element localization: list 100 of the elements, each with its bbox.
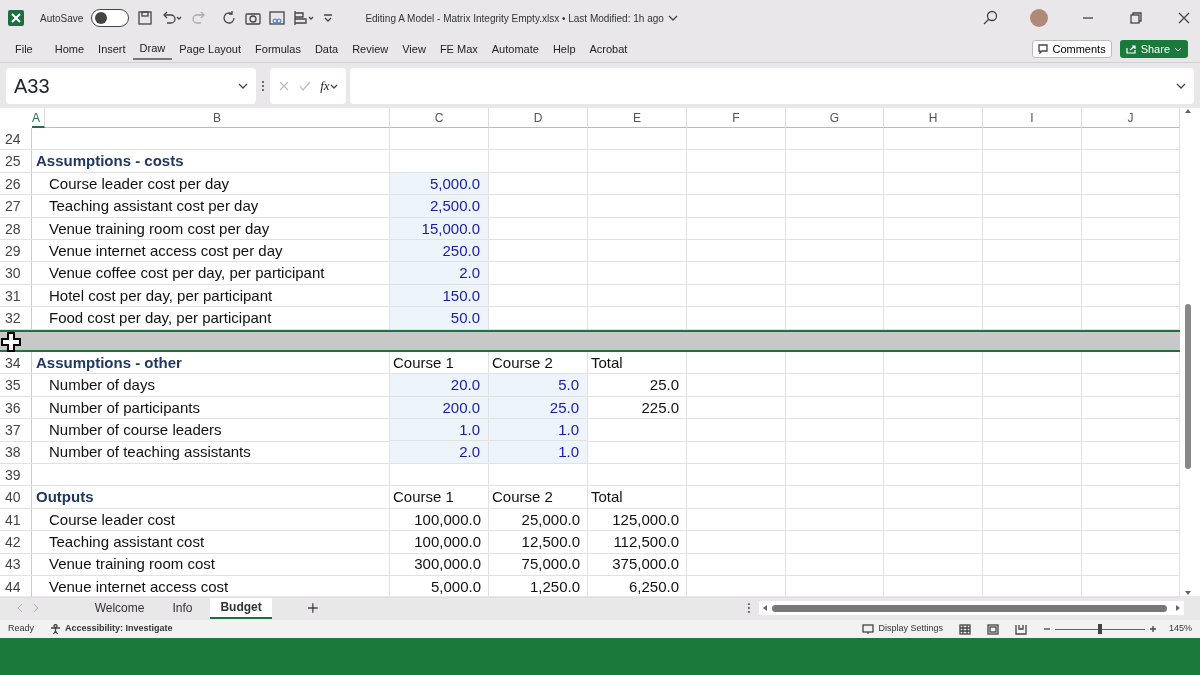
table-cell: 200.0	[390, 396, 489, 420]
ribbon-tab[interactable]: Draw	[132, 38, 173, 60]
ribbon-tab[interactable]: Home	[47, 38, 92, 60]
autosave-toggle[interactable]	[91, 9, 130, 27]
ribbon-tab[interactable]: FE Max	[432, 38, 485, 60]
zoom-out-icon[interactable]	[1042, 625, 1051, 633]
align-icon[interactable]	[293, 10, 316, 26]
zoom-slider[interactable]	[1054, 624, 1145, 634]
insert-function-button[interactable]: fx	[320, 75, 338, 96]
column-header[interactable]: A	[32, 108, 45, 128]
refresh-icon[interactable]	[221, 10, 238, 26]
ribbon-tab[interactable]: Page Layout	[172, 38, 249, 60]
scroll-left-icon[interactable]	[762, 604, 768, 612]
scrollbar-thumb[interactable]	[1185, 304, 1191, 469]
row-label: Number of days	[48, 375, 156, 396]
row-label: Number of participants	[48, 397, 201, 418]
autosave-label: AutoSave	[40, 11, 84, 26]
ribbon-tab[interactable]: Automate	[484, 38, 546, 60]
scroll-right-icon[interactable]	[1175, 604, 1181, 612]
table-cell-text: 5,000.0	[429, 576, 482, 597]
table-cell: 250.0	[390, 239, 489, 263]
row-label: Food cost per day, per participant	[48, 308, 273, 329]
chevron-down-icon[interactable]	[1176, 81, 1186, 90]
more-icon[interactable]	[260, 78, 266, 93]
section-heading: Assumptions - other	[35, 352, 183, 373]
sheet-tab[interactable]: Info	[162, 597, 203, 619]
table-cell-text: 375,000.0	[611, 554, 680, 575]
row-header[interactable]: 39	[0, 463, 32, 487]
normal-view-icon[interactable]	[958, 623, 971, 635]
ribbon-tab[interactable]: Formulas	[248, 38, 308, 60]
document-title[interactable]: Editing A Model - Matrix Integrity Empty.xlsx • Last Modified: 1h ago	[365, 10, 678, 26]
row-header[interactable]: 24	[0, 128, 32, 151]
column-header[interactable]: J	[1082, 108, 1180, 128]
row-header[interactable]: 40	[0, 486, 32, 509]
row-header[interactable]: 36	[0, 396, 32, 420]
undo-icon[interactable]	[161, 10, 184, 26]
save-icon[interactable]	[137, 10, 154, 26]
ribbon-tab[interactable]: Help	[545, 38, 583, 60]
page-break-view-icon[interactable]	[1014, 623, 1027, 635]
row-header[interactable]: 43	[0, 553, 32, 576]
search-icon[interactable]	[982, 10, 998, 26]
row-header[interactable]: 37	[0, 419, 32, 442]
table-cell-text: 25,000.0	[520, 509, 581, 530]
row-label: Venue internet access cost per day	[48, 240, 284, 261]
scrollbar-thumb[interactable]	[772, 604, 1167, 612]
row-header[interactable]: 25	[0, 150, 32, 173]
add-sheet-icon[interactable]	[307, 602, 319, 614]
table-cell-text: 125,000.0	[611, 509, 680, 530]
zoom-in-icon[interactable]	[1148, 625, 1157, 633]
more-icon[interactable]	[747, 602, 751, 614]
column-header[interactable]: E	[588, 108, 687, 128]
row-header[interactable]: 42	[0, 531, 32, 554]
zoom-slider-thumb[interactable]	[1097, 624, 1102, 634]
ribbon-tab[interactable]: Insert	[91, 38, 133, 60]
row-header[interactable]: 26	[0, 172, 32, 196]
ribbon-tab[interactable]: View	[395, 38, 433, 60]
scroll-up-icon[interactable]	[1184, 108, 1192, 114]
column-header[interactable]: I	[983, 108, 1082, 128]
form-icon[interactable]	[269, 10, 286, 26]
page-layout-view-icon[interactable]	[986, 623, 999, 635]
row-header[interactable]: 27	[0, 195, 32, 218]
close-icon[interactable]	[1176, 10, 1192, 26]
column-header[interactable]: D	[489, 108, 588, 128]
row-header[interactable]	[0, 329, 32, 352]
share-button[interactable]: Share	[1119, 39, 1188, 59]
scroll-down-icon[interactable]	[1184, 590, 1192, 596]
column-header[interactable]: F	[687, 108, 786, 128]
display-settings-button[interactable]: Display Settings	[862, 622, 943, 636]
sheet-tab[interactable]: Welcome	[84, 597, 155, 619]
ribbon-tab[interactable]: File	[8, 38, 40, 60]
row-header[interactable]: 28	[0, 217, 32, 240]
ribbon-tab[interactable]: Acrobat	[582, 38, 635, 60]
column-header[interactable]: H	[884, 108, 983, 128]
accessibility-status[interactable]: Accessibility: Investigate	[50, 622, 173, 636]
row-header[interactable]: 30	[0, 262, 32, 285]
table-cell: 15,000.0	[390, 217, 489, 240]
restore-icon[interactable]	[1128, 10, 1144, 26]
zoom-level[interactable]: 145%	[1168, 622, 1192, 636]
formula-field[interactable]	[350, 67, 1194, 104]
row-header[interactable]: 34	[0, 351, 32, 375]
column-header[interactable]: B	[45, 108, 390, 128]
row-header[interactable]: 32	[0, 307, 32, 330]
table-cell: 25.0	[489, 396, 588, 420]
name-box[interactable]: A33	[6, 67, 256, 104]
horizontal-scrollbar[interactable]	[759, 601, 1184, 615]
comments-button[interactable]: Comments	[1032, 39, 1112, 59]
spreadsheet-logo-icon[interactable]	[8, 10, 24, 26]
camera-icon[interactable]	[245, 10, 262, 26]
ribbon-tab[interactable]: Review	[345, 38, 396, 60]
sheet-tab[interactable]: Budget	[210, 597, 272, 619]
column-header[interactable]: C	[390, 108, 489, 128]
row-header[interactable]: 29	[0, 239, 32, 263]
row-header[interactable]: 38	[0, 441, 32, 464]
row-header[interactable]: 31	[0, 284, 32, 308]
avatar-icon[interactable]	[1030, 9, 1048, 27]
row-header[interactable]: 44	[0, 575, 32, 599]
column-header[interactable]: G	[786, 108, 884, 128]
row-header[interactable]: 35	[0, 374, 32, 397]
row-header[interactable]: 41	[0, 508, 32, 532]
ribbon-tab[interactable]: Data	[307, 38, 346, 60]
